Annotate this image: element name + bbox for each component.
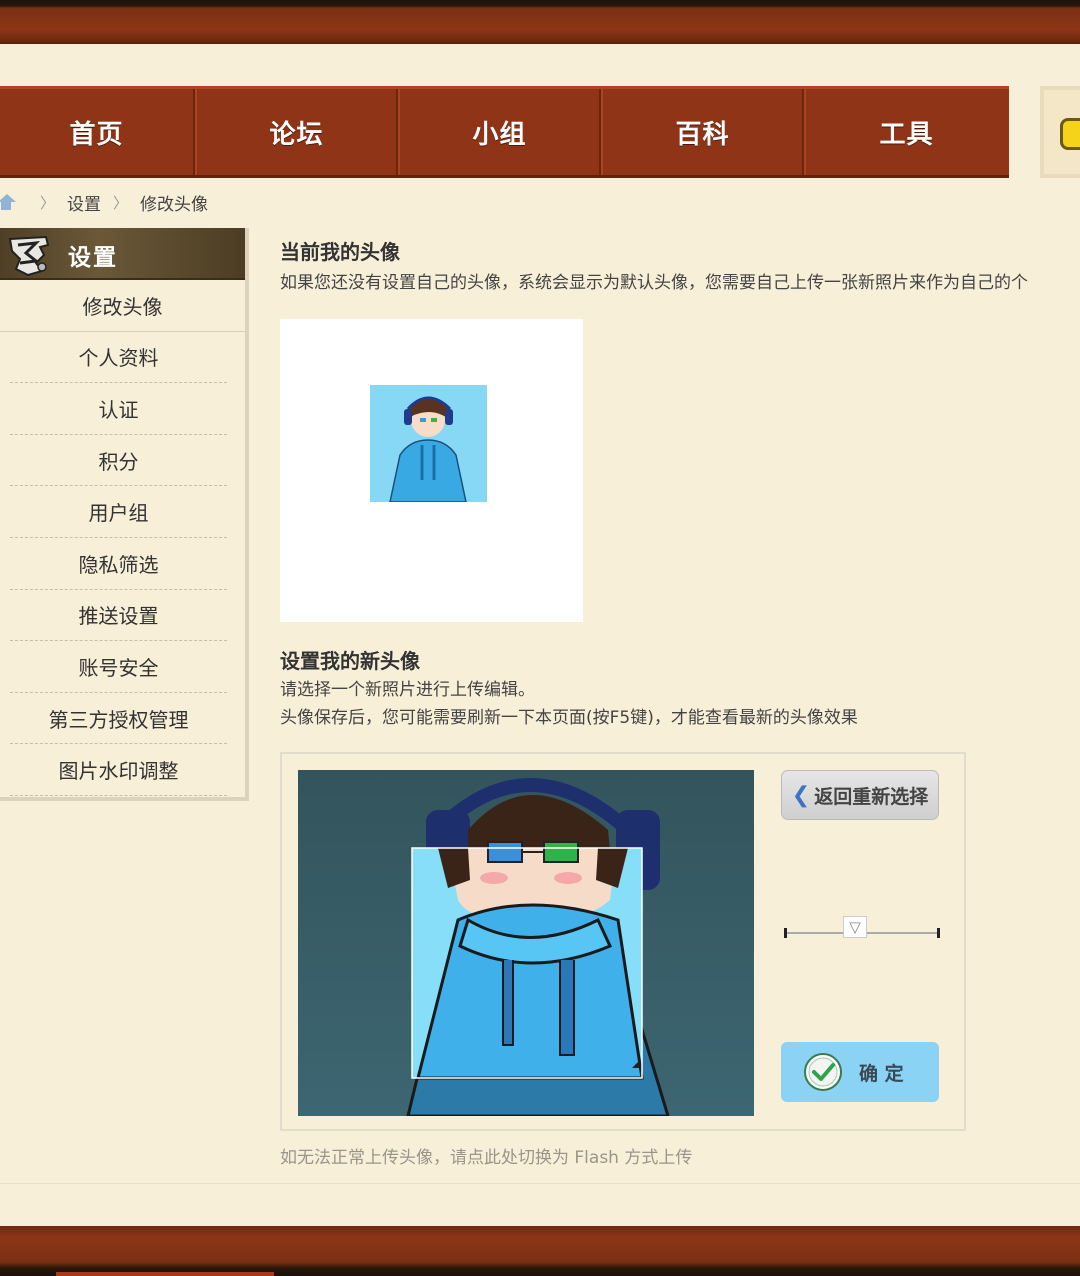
- sidebar-header: 设置: [0, 228, 245, 280]
- reselect-label: 返回重新选择: [814, 785, 929, 808]
- nav-group[interactable]: 小组: [398, 89, 601, 175]
- check-icon: [804, 1053, 842, 1091]
- nav-tools[interactable]: 工具: [804, 89, 1007, 175]
- nav-wiki[interactable]: 百科: [601, 89, 804, 175]
- coin-icon: [1060, 118, 1080, 150]
- nav-home[interactable]: 首页: [0, 89, 195, 175]
- slider-max-cap: [937, 928, 940, 938]
- settings-badge-icon: [8, 235, 50, 277]
- current-avatar-desc: 如果您还没有设置自己的头像，系统会显示为默认头像，您需要自己上传一张新照片来作为…: [280, 273, 1028, 293]
- breadcrumb: 〉 设置 〉 修改头像: [0, 190, 209, 215]
- nav-forum[interactable]: 论坛: [195, 89, 398, 175]
- sidebar-item-security[interactable]: 账号安全: [10, 641, 227, 693]
- sidebar-item-usergroup[interactable]: 用户组: [10, 486, 227, 538]
- breadcrumb-separator: 〉: [113, 193, 129, 212]
- zoom-slider[interactable]: ▽: [784, 916, 940, 940]
- current-avatar-title: 当前我的头像: [280, 240, 400, 264]
- slider-min-cap: [784, 928, 787, 938]
- confirm-button[interactable]: 确 定: [781, 1042, 939, 1102]
- sidebar-item-push[interactable]: 推送设置: [10, 590, 227, 642]
- sidebar-item-privacy[interactable]: 隐私筛选: [10, 538, 227, 590]
- current-avatar-image: [370, 385, 487, 502]
- sidebar-item-change-avatar[interactable]: 修改头像: [0, 280, 245, 332]
- sidebar-item-credits[interactable]: 积分: [10, 435, 227, 487]
- main-content: 当前我的头像 如果您还没有设置自己的头像，系统会显示为默认头像，您需要自己上传一…: [280, 236, 1080, 297]
- reselect-button[interactable]: ❮ 返回重新选择: [781, 770, 939, 820]
- slider-knob[interactable]: ▽: [843, 916, 867, 938]
- chevron-left-icon: ❮: [791, 782, 811, 808]
- new-avatar-section: 设置我的新头像 请选择一个新照片进行上传编辑。 头像保存后，您可能需要刷新一下本…: [280, 645, 1080, 732]
- switch-flash-upload-link[interactable]: 如无法正常上传头像，请点此处切换为 Flash 方式上传: [280, 1143, 692, 1168]
- sidebar-item-third-party[interactable]: 第三方授权管理: [10, 693, 227, 745]
- user-panel-edge[interactable]: [1040, 86, 1080, 178]
- settings-sidebar: 设置 修改头像 个人资料 认证 积分 用户组 隐私筛选 推送设置 账号安全 第三…: [0, 228, 249, 801]
- sidebar-item-verify[interactable]: 认证: [10, 383, 227, 435]
- footer-divider: [0, 1183, 1080, 1184]
- sidebar-title: 设置: [68, 245, 118, 271]
- home-icon[interactable]: [0, 194, 16, 210]
- crop-preview-image[interactable]: [298, 770, 754, 1116]
- current-avatar-frame: [280, 319, 583, 622]
- new-avatar-line2: 头像保存后，您可能需要刷新一下本页面(按F5键)，才能查看最新的头像效果: [280, 708, 858, 728]
- bottom-footer-bar: [0, 1226, 1080, 1276]
- new-avatar-title: 设置我的新头像: [280, 649, 420, 673]
- top-header-bar: [0, 0, 1080, 44]
- sidebar-item-profile[interactable]: 个人资料: [10, 332, 227, 384]
- avatar-editor: ❮ 返回重新选择 ▽ 确 定: [280, 752, 966, 1131]
- breadcrumb-separator: 〉: [40, 193, 56, 212]
- breadcrumb-settings[interactable]: 设置: [67, 190, 101, 215]
- new-avatar-line1: 请选择一个新照片进行上传编辑。: [280, 680, 535, 700]
- footer-accent: [56, 1272, 274, 1276]
- sidebar-menu: 修改头像 个人资料 认证 积分 用户组 隐私筛选 推送设置 账号安全 第三方授权…: [0, 280, 245, 796]
- breadcrumb-current: 修改头像: [140, 194, 209, 215]
- main-nav: 首页 论坛 小组 百科 工具: [0, 86, 1009, 178]
- confirm-label: 确 定: [859, 1062, 904, 1085]
- sidebar-item-watermark[interactable]: 图片水印调整: [10, 744, 227, 796]
